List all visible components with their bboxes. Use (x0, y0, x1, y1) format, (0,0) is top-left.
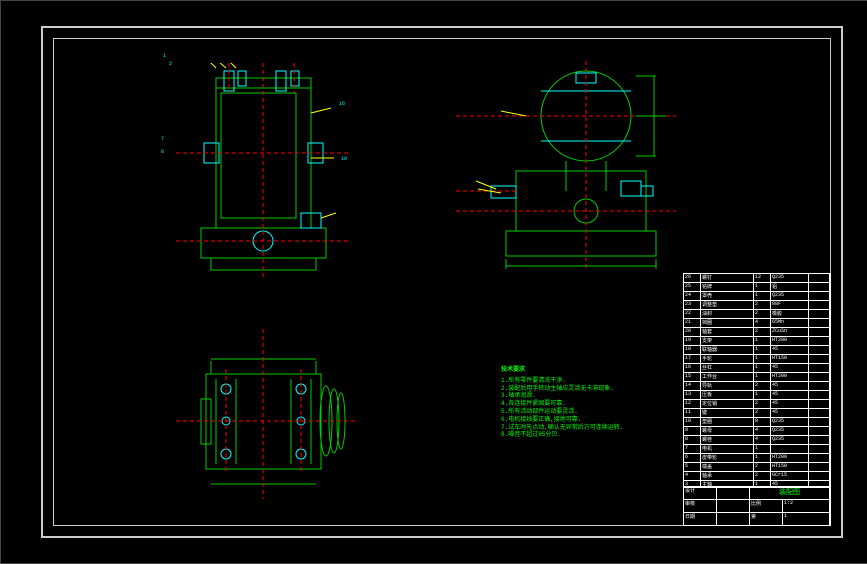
parts-row: 19支架1HT200 (684, 337, 830, 346)
parts-row: 4轴承2GCr15 (684, 472, 830, 481)
leader-8: 8 (161, 149, 164, 155)
parts-row: 21挡圈465Mn (684, 319, 830, 328)
note-1: 1.所有零件要清洗干净. (501, 377, 661, 385)
side-view (456, 61, 676, 271)
cad-viewer[interactable]: { "drawing": { "title": "装配图", "notes_he… (0, 0, 867, 564)
tb-label-check: 审核 (684, 500, 717, 512)
note-4: 4.各连接件紧固要可靠. (501, 400, 661, 408)
note-8: 8.噪音不超过85分贝. (501, 431, 661, 439)
parts-row: 10垫圈8Q235 (684, 418, 830, 427)
parts-row: 26螺钉12Q235 (684, 274, 830, 283)
tb-designer (717, 487, 750, 499)
parts-row: 6皮带轮1HT200 (684, 454, 830, 463)
leader-2: 2 (169, 61, 172, 67)
drawing-title: 装配图 (750, 487, 830, 499)
tb-checker (717, 500, 750, 512)
leader-18: 18 (341, 156, 347, 162)
top-view (176, 329, 356, 499)
leader-7: 7 (161, 136, 164, 142)
parts-row: 9螺母4Q235 (684, 427, 830, 436)
leader-1: 1 (163, 53, 166, 59)
tb-scale: 1:2 (783, 500, 830, 512)
parts-row: 13压板145 (684, 391, 830, 400)
parts-list: 26螺钉12Q23525铭牌1铝24罩壳1Q23523调整垫208F22油封2橡… (683, 273, 831, 488)
parts-row: 8螺栓4Q235 (684, 436, 830, 445)
parts-row: 25铭牌1铝 (684, 283, 830, 292)
parts-row: 20轴套2ZCuSn (684, 328, 830, 337)
parts-row: 12定位销245 (684, 400, 830, 409)
leader-16: 16 (339, 101, 345, 107)
parts-row: 18联轴器145 (684, 346, 830, 355)
parts-row: 11键245 (684, 409, 830, 418)
parts-row: 17手轮1HT150 (684, 355, 830, 364)
parts-row: 22油封2橡胶 (684, 310, 830, 319)
tb-date (717, 513, 750, 525)
tb-label-scale: 比例 (750, 500, 783, 512)
parts-row: 7电机1 (684, 445, 830, 454)
tb-label-design: 设计 (684, 487, 717, 499)
parts-row: 15工作台1HT200 (684, 373, 830, 382)
front-view (176, 63, 351, 278)
parts-row: 16丝杠145 (684, 364, 830, 373)
tb-sheet: 1 (783, 513, 830, 525)
parts-row: 23调整垫208F (684, 301, 830, 310)
tb-label-sheet: 第 (750, 513, 783, 525)
tb-label-date: 日期 (684, 513, 717, 525)
title-block: 设计 装配图 审核 比例 1:2 日期 第 1 (683, 486, 831, 526)
note-6: 6.电机接线要正确,接地可靠. (501, 416, 661, 424)
notes-heading: 技术要求 (501, 366, 661, 374)
parts-row: 5端盖2HT150 (684, 463, 830, 472)
technical-notes: 技术要求 1.所有零件要清洗干净. 2.装配后用手转动主轴应灵活无卡滞现象. 3… (501, 366, 661, 439)
note-5: 5.所有活动部件运动要灵活. (501, 408, 661, 416)
parts-row: 24罩壳1Q235 (684, 292, 830, 301)
parts-row: 14导轨245 (684, 382, 830, 391)
